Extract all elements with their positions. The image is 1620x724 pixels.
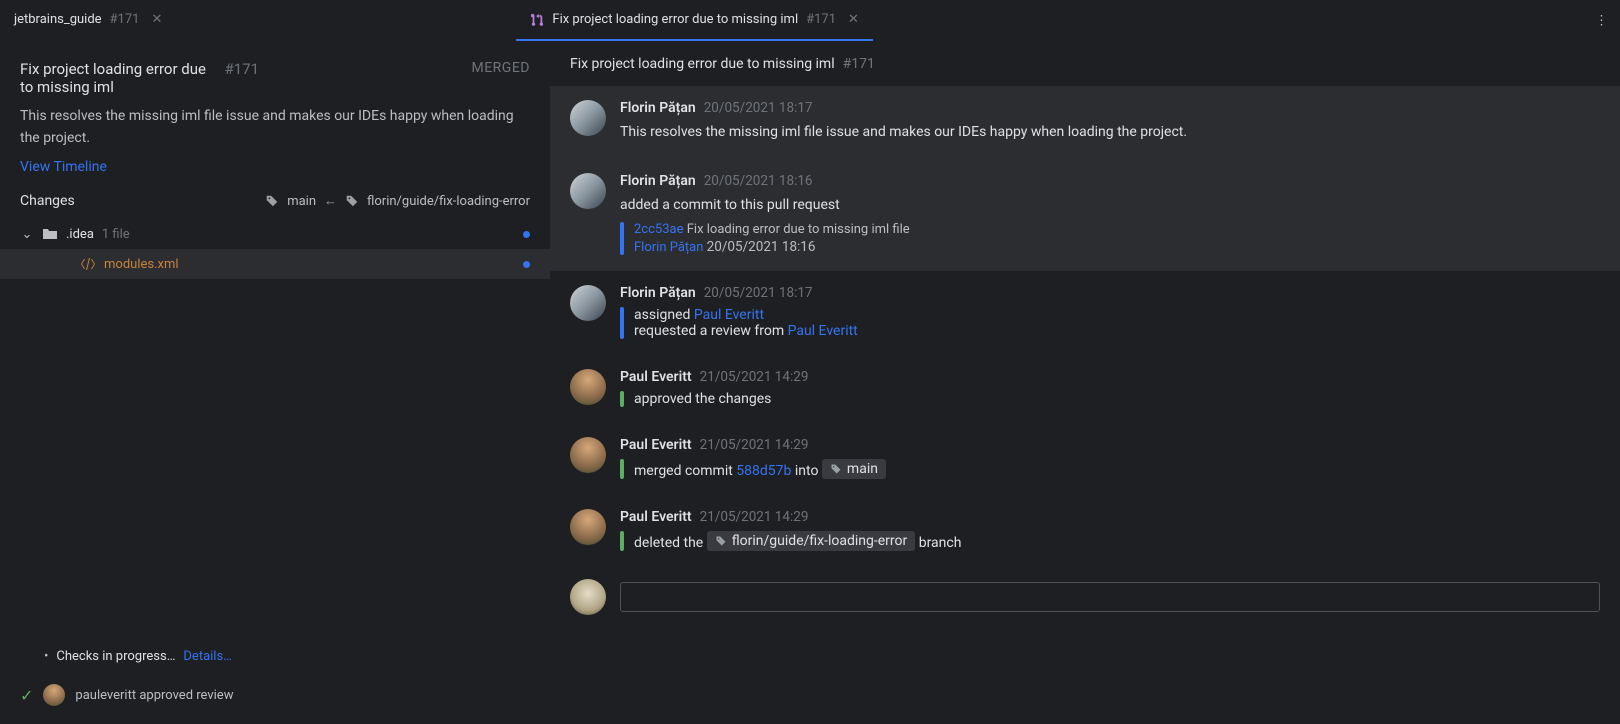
timeline-event: Florin Pățan 20/05/2021 18:16 added a co… xyxy=(550,159,1620,271)
event-timestamp: 21/05/2021 14:29 xyxy=(700,509,809,525)
event-timestamp: 20/05/2021 18:17 xyxy=(704,285,813,301)
timeline-event: Paul Everitt 21/05/2021 14:29 merged com… xyxy=(550,423,1620,495)
event-timestamp: 21/05/2021 14:29 xyxy=(700,369,809,385)
indicator-bar xyxy=(620,222,624,255)
source-branch: florin/guide/fix-loading-error xyxy=(367,194,530,209)
comment-compose xyxy=(550,567,1620,635)
overflow-menu-icon[interactable]: ⋮ xyxy=(1595,13,1608,28)
commit-timestamp: 20/05/2021 18:16 xyxy=(707,239,816,255)
indicator-bar xyxy=(620,307,624,339)
commit-author-link[interactable]: Florin Pățan xyxy=(634,240,703,255)
branch-name: florin/guide/fix-loading-error xyxy=(732,533,908,549)
target-branch: main xyxy=(287,194,316,209)
pr-status-badge: MERGED xyxy=(472,60,531,76)
tag-icon xyxy=(715,535,727,547)
comment-input[interactable] xyxy=(620,582,1600,612)
timeline-event: Florin Pățan 20/05/2021 18:17 This resol… xyxy=(550,86,1620,159)
event-action: added a commit to this pull request xyxy=(620,195,1270,216)
pr-description: This resolves the missing iml file issue… xyxy=(20,106,530,149)
change-marker-icon xyxy=(523,261,530,268)
action-prefix: assigned xyxy=(634,307,694,323)
indicator-bar xyxy=(620,459,624,479)
tab-repo[interactable]: jetbrains_guide #171 ✕ xyxy=(0,0,176,41)
tree-folder-row[interactable]: ⌄ .idea 1 file xyxy=(20,219,550,249)
indicator-bar xyxy=(620,391,624,407)
pr-number: #171 xyxy=(224,60,259,78)
folder-icon xyxy=(42,226,58,242)
avatar xyxy=(570,173,606,209)
pull-request-icon xyxy=(530,13,544,27)
avatar xyxy=(570,579,606,615)
event-author: Paul Everitt xyxy=(620,437,692,453)
tag-icon xyxy=(345,194,359,208)
check-icon: ✓ xyxy=(20,686,33,705)
view-timeline-link[interactable]: View Timeline xyxy=(20,159,107,175)
timeline-event: Florin Pățan 20/05/2021 18:17 assigned P… xyxy=(550,271,1620,355)
user-link[interactable]: Paul Everitt xyxy=(788,323,858,339)
thread-title: Fix project loading error due to missing… xyxy=(570,56,835,72)
arrow-left-icon: ← xyxy=(324,193,337,209)
branch-chip: florin/guide/fix-loading-error xyxy=(707,531,916,551)
changes-heading: Changes xyxy=(20,193,255,209)
avatar xyxy=(570,509,606,545)
avatar xyxy=(570,100,606,136)
branch-chip: main xyxy=(822,459,886,479)
event-author: Florin Pățan xyxy=(620,173,696,189)
change-marker-icon xyxy=(523,231,530,238)
tab-number: #171 xyxy=(806,12,836,27)
checks-details-link[interactable]: Details… xyxy=(183,649,231,664)
close-icon[interactable]: ✕ xyxy=(151,12,162,27)
action-prefix: requested a review from xyxy=(634,323,788,339)
file-count: 1 file xyxy=(102,227,130,242)
tag-icon xyxy=(830,463,842,475)
branch-name: main xyxy=(847,461,878,477)
event-timestamp: 20/05/2021 18:16 xyxy=(704,173,813,189)
bullet-icon: • xyxy=(44,649,48,664)
avatar xyxy=(570,369,606,405)
event-author: Paul Everitt xyxy=(620,369,692,385)
file-name: modules.xml xyxy=(104,257,179,272)
timeline-event: Paul Everitt 21/05/2021 14:29 approved t… xyxy=(550,355,1620,423)
action-prefix: merged commit xyxy=(634,463,736,479)
commit-message: Fix loading error due to missing iml fil… xyxy=(687,222,910,237)
action-suffix: branch xyxy=(919,535,962,551)
tab-number: #171 xyxy=(110,12,140,27)
avatar xyxy=(570,437,606,473)
user-link[interactable]: Paul Everitt xyxy=(694,307,764,323)
chevron-down-icon: ⌄ xyxy=(20,227,34,242)
event-description: This resolves the missing iml file issue… xyxy=(620,122,1270,143)
tab-title: jetbrains_guide xyxy=(14,12,102,27)
timeline-event: Paul Everitt 21/05/2021 14:29 deleted th… xyxy=(550,495,1620,567)
timeline-panel: Fix project loading error due to missing… xyxy=(550,42,1620,724)
pr-overview-panel: Fix project loading error due to missing… xyxy=(0,42,550,724)
event-timestamp: 21/05/2021 14:29 xyxy=(700,437,809,453)
avatar xyxy=(570,285,606,321)
commit-hash-link[interactable]: 588d57b xyxy=(736,463,791,479)
avatar xyxy=(43,684,65,706)
thread-number: #171 xyxy=(843,56,875,72)
tab-title: Fix project loading error due to missing… xyxy=(552,12,798,27)
event-author: Florin Pățan xyxy=(620,100,696,116)
action-middle: into xyxy=(791,463,822,479)
review-status-text: pauleveritt approved review xyxy=(75,688,233,703)
close-icon[interactable]: ✕ xyxy=(848,12,859,27)
xml-file-icon xyxy=(80,256,96,272)
event-timestamp: 20/05/2021 18:17 xyxy=(704,100,813,116)
pr-title: Fix project loading error due to missing… xyxy=(20,60,216,96)
branch-indicator: main ← florin/guide/fix-loading-error xyxy=(265,193,530,209)
commit-hash-link[interactable]: 2cc53ae xyxy=(634,222,684,237)
event-author: Florin Pățan xyxy=(620,285,696,301)
indicator-bar xyxy=(620,531,624,551)
checks-status: Checks in progress… xyxy=(56,649,175,664)
file-tree: ⌄ .idea 1 file modules.xml xyxy=(0,219,550,279)
tab-pr-detail[interactable]: Fix project loading error due to missing… xyxy=(516,0,873,41)
action-prefix: deleted the xyxy=(634,535,707,551)
tag-icon xyxy=(265,194,279,208)
tree-file-row[interactable]: modules.xml xyxy=(0,249,550,279)
folder-name: .idea xyxy=(66,227,94,242)
event-action: approved the changes xyxy=(634,391,771,407)
tabs-bar: jetbrains_guide #171 ✕ Fix project loadi… xyxy=(0,0,1620,42)
event-author: Paul Everitt xyxy=(620,509,692,525)
